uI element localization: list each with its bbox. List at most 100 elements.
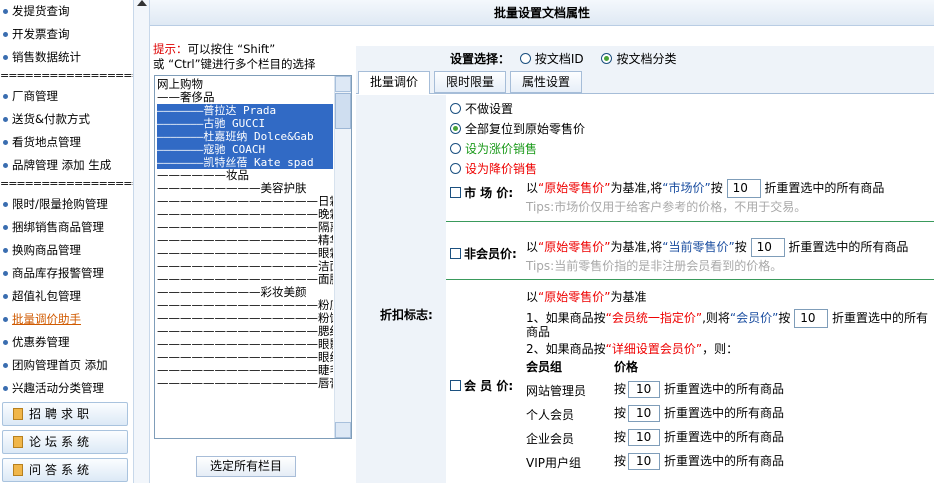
sidebar-item[interactable]: 品牌管理 添加 生成 — [0, 154, 133, 177]
mode-none-radio[interactable] — [450, 103, 461, 114]
recruit-button[interactable]: 招聘求职 — [2, 402, 128, 426]
mode-up-label: 设为涨价销售 — [465, 142, 538, 156]
bullet-icon — [3, 116, 8, 122]
qa-button[interactable]: 问答系统 — [2, 458, 128, 482]
scroll-up-arrow-icon[interactable] — [335, 76, 351, 92]
category-option[interactable]: ———————古驰 GUCCI — [157, 117, 333, 130]
category-option[interactable]: ———————杜嘉班纳 Dolce&Gab — [157, 130, 333, 143]
member-group-tail: 折重置选中的所有商品 — [664, 382, 785, 396]
sidebar-item-active[interactable]: 批量调价助手 — [0, 308, 133, 331]
market-price-checkbox-row[interactable]: 市 场 价: — [450, 186, 513, 200]
category-listbox[interactable]: 网上购物 ——奢侈品 ———————普拉达 Prada ———————古驰 GUCCI… — [154, 75, 352, 439]
category-option[interactable]: ——————妆品 — [157, 169, 333, 182]
forum-button[interactable]: 论坛系统 — [2, 430, 128, 454]
nonmember-discount-input[interactable]: 10 — [750, 238, 785, 257]
scroll-down-arrow-icon[interactable] — [335, 422, 351, 438]
sidebar-item[interactable]: 兴趣活动分类管理 — [0, 377, 133, 400]
mode-down-radio[interactable] — [450, 163, 461, 174]
category-option[interactable]: ——————————————日霜 — [157, 195, 333, 208]
radio-by-id[interactable] — [519, 53, 531, 64]
nonmember-price-checkbox-row[interactable]: 非会员价: — [450, 247, 517, 261]
sidebar-item[interactable]: 优惠券管理 — [0, 331, 133, 354]
sidebar-item[interactable]: 团购管理首页 添加 — [0, 354, 133, 377]
mode-down-option[interactable]: 设为降价销售 — [450, 162, 537, 176]
mode-reset-radio[interactable] — [450, 123, 461, 134]
radio-by-category[interactable] — [601, 53, 613, 64]
tab-bulk-price[interactable]: 批量调价 — [358, 71, 430, 94]
member-uniform-discount-input[interactable]: 10 — [794, 309, 829, 328]
member-group-rule: 按 10 折重置选中的所有商品 — [614, 405, 784, 422]
member-price-checkbox-row[interactable]: 会 员 价: — [450, 379, 513, 393]
sidebar-item[interactable]: 商品库存报警管理 — [0, 262, 133, 285]
market-price-checkbox[interactable] — [450, 187, 461, 198]
member-rule-1: 1、如果商品按“会员统一指定价”,则将“会员价”按 10 折重置选中的所有 — [526, 309, 928, 328]
category-option[interactable]: ——————————————晚霜 — [157, 208, 333, 221]
sidebar-item-label: 限时/限量抢购管理 — [12, 197, 108, 211]
market-discount-input[interactable]: 10 — [726, 179, 761, 198]
tab-time-limit[interactable]: 限时限量 — [434, 71, 506, 93]
category-option[interactable]: —————————美容护肤 — [157, 182, 333, 195]
member-text-2c: ，则： — [702, 342, 739, 356]
bullet-icon — [3, 93, 8, 99]
sidebar-item-label: 捆绑销售商品管理 — [12, 220, 104, 234]
sidebar-item[interactable]: 发提货查询 — [0, 0, 133, 23]
sidebar-item[interactable]: 换购商品管理 — [0, 239, 133, 262]
member-group-by: 按 — [614, 406, 627, 420]
category-option[interactable]: ——————————————睫毛膏液 — [157, 364, 333, 377]
category-option[interactable]: ——————————————眼霜 — [157, 247, 333, 260]
member-group-discount-input[interactable]: 10 — [628, 453, 661, 470]
category-option[interactable]: ——————————————洁面乳 — [157, 260, 333, 273]
bullet-icon — [3, 8, 8, 14]
sidebar-item[interactable]: 送货&付款方式 — [0, 108, 133, 131]
category-option[interactable]: ——————————————腮红颊彩 — [157, 325, 333, 338]
category-option[interactable]: ——————————————唇膏 — [157, 377, 333, 390]
sidebar-item[interactable]: 限时/限量抢购管理 — [0, 193, 133, 216]
mode-none-option[interactable]: 不做设置 — [450, 102, 513, 116]
category-option[interactable]: ———————寇驰 COACH — [157, 143, 333, 156]
category-option[interactable]: ——奢侈品 — [157, 91, 333, 104]
sidebar-item[interactable]: 超值礼包管理 — [0, 285, 133, 308]
member-group-discount-input[interactable]: 10 — [628, 405, 661, 422]
sidebar-item[interactable]: 捆绑销售商品管理 — [0, 216, 133, 239]
member-base: “原始零售价” — [538, 290, 611, 304]
category-option[interactable]: ———————普拉达 Prada — [157, 104, 333, 117]
sidebar-item[interactable]: 厂商管理 — [0, 85, 133, 108]
category-option[interactable]: ——————————————粉饼 — [157, 312, 333, 325]
folder-icon — [13, 464, 23, 476]
mode-up-option[interactable]: 设为涨价销售 — [450, 142, 537, 156]
mode-reset-option[interactable]: 全部复位到原始零售价 — [450, 122, 585, 136]
member-group-discount-input[interactable]: 10 — [628, 429, 661, 446]
member-price-checkbox[interactable] — [450, 380, 461, 391]
market-base: “原始零售价” — [538, 181, 611, 195]
member-group-rule: 按 10 折重置选中的所有商品 — [614, 453, 784, 470]
category-option[interactable]: ——————————————隔离霜 — [157, 221, 333, 234]
tab-attributes[interactable]: 属性设置 — [510, 71, 582, 93]
category-option[interactable]: ———————凯特丝蓓 Kate spad — [157, 156, 333, 169]
collapse-arrow-icon[interactable] — [137, 0, 147, 6]
member-col-group: 会员组 — [526, 360, 563, 374]
divider — [446, 221, 934, 222]
category-option[interactable]: 网上购物 — [157, 78, 333, 91]
tab-bar: 批量调价 限时限量 属性设置 — [356, 69, 934, 94]
nonmember-base: “原始零售价” — [538, 240, 611, 254]
scroll-thumb[interactable] — [335, 93, 351, 129]
category-option[interactable]: ——————————————眼影 — [157, 338, 333, 351]
category-option[interactable]: ——————————————精华素 — [157, 234, 333, 247]
category-option[interactable]: ——————————————粉底 — [157, 299, 333, 312]
sidebar-item-label: 发提货查询 — [12, 4, 70, 18]
category-option[interactable]: ——————————————眼线 — [157, 351, 333, 364]
member-group-name: 个人会员 — [526, 408, 575, 422]
sidebar-item-label: 超值礼包管理 — [12, 289, 81, 303]
frame-splitter[interactable] — [134, 0, 150, 483]
category-option[interactable]: —————————彩妆美颜 — [157, 286, 333, 299]
mode-up-radio[interactable] — [450, 143, 461, 154]
member-group-discount-input[interactable]: 10 — [628, 381, 661, 398]
sidebar-item[interactable]: 开发票查询 — [0, 23, 133, 46]
select-all-categories-button[interactable]: 选定所有栏目 — [196, 456, 296, 477]
nonmember-price-checkbox[interactable] — [450, 248, 461, 259]
sidebar-item[interactable]: 销售数据统计 — [0, 46, 133, 69]
nonmember-text-3: 按 — [734, 240, 747, 254]
sidebar-item[interactable]: 看货地点管理 — [0, 131, 133, 154]
listbox-scrollbar[interactable] — [334, 76, 351, 438]
category-option[interactable]: ——————————————面膜 — [157, 273, 333, 286]
